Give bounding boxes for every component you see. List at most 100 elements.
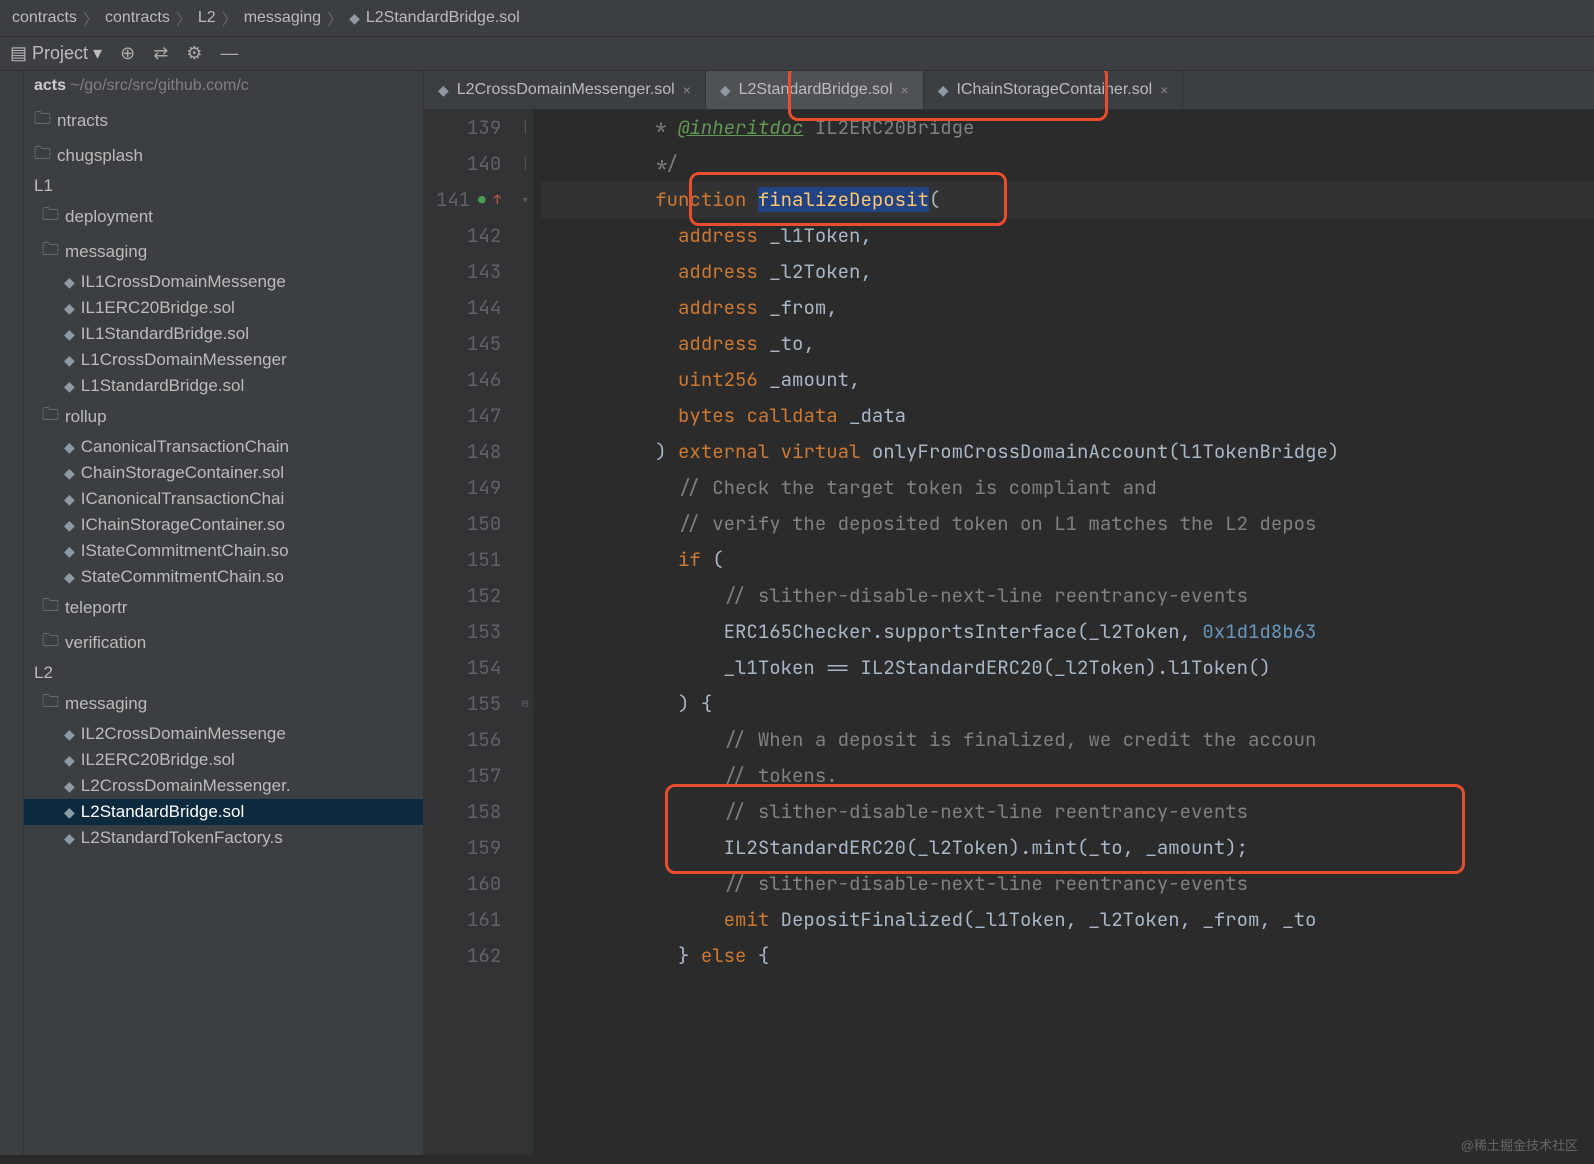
ethereum-icon: ◆ — [64, 465, 75, 482]
tab-label: L2StandardBridge.sol — [739, 81, 893, 99]
watermark: @稀土掘金技术社区 — [1461, 1135, 1578, 1154]
target-icon[interactable]: ⊕ — [120, 43, 135, 64]
folder-icon: 🗀 — [42, 628, 59, 657]
close-icon[interactable]: × — [1160, 82, 1168, 98]
project-dropdown[interactable]: ▤ Project ▾ — [10, 43, 102, 64]
ethereum-icon: ◆ — [64, 830, 75, 847]
folder-icon: 🗀 — [34, 141, 51, 170]
tree-label: L2StandardTokenFactory.s — [81, 828, 283, 848]
file-item[interactable]: ◆ CanonicalTransactionChain — [24, 434, 423, 460]
collapse-icon[interactable]: ⇄ — [153, 43, 168, 64]
folder-item[interactable]: 🗀messaging — [24, 234, 423, 269]
tree-label: IL1CrossDomainMessenge — [81, 272, 286, 292]
file-item[interactable]: ◆ IL1StandardBridge.sol — [24, 321, 423, 347]
breadcrumb: contracts〉 contracts〉 L2〉 messaging〉 ◆ L… — [0, 0, 1594, 37]
ethereum-icon: ◆ — [64, 543, 75, 560]
file-item[interactable]: ◆IL1CrossDomainMessenge — [24, 269, 423, 295]
editor-tab[interactable]: ◆ IChainStorageContainer.sol × — [924, 71, 1184, 109]
tree-label: L1 — [34, 176, 53, 196]
folder-icon: 🗀 — [42, 202, 59, 231]
tree-label: verification — [65, 633, 146, 653]
folder-icon: 🗀 — [42, 689, 59, 718]
hide-icon[interactable]: — — [220, 43, 238, 64]
ethereum-icon: ◆ — [349, 10, 360, 27]
settings-icon[interactable]: ⚙ — [186, 43, 202, 64]
code-editor: ◆ L2CrossDomainMessenger.sol × ◆ L2StandardB… — [424, 71, 1594, 1155]
editor-tabs: ◆ L2CrossDomainMessenger.sol × ◆ L2StandardB… — [424, 71, 1594, 110]
file-item[interactable]: ◆ L2StandardBridge.sol — [24, 799, 423, 825]
ethereum-icon: ◆ — [64, 804, 75, 821]
editor-tab[interactable]: ◆ L2CrossDomainMessenger.sol × — [424, 71, 706, 109]
tab-label: L2CrossDomainMessenger.sol — [457, 81, 675, 99]
ethereum-icon: ◆ — [64, 326, 75, 343]
ethereum-icon: ◆ — [64, 491, 75, 508]
tree-label: deployment — [65, 207, 153, 227]
crumb[interactable]: contracts — [12, 9, 77, 27]
tree-label: IL1StandardBridge.sol — [81, 324, 249, 344]
ethereum-icon: ◆ — [720, 82, 731, 99]
line-gutter: 139140141 ●↑1421431441451461471481491501… — [424, 110, 517, 1155]
crumb[interactable]: L2StandardBridge.sol — [366, 9, 520, 27]
code-content[interactable]: * @inheritdoc IL2ERC20Bridge */ function… — [533, 110, 1594, 1155]
folder-item[interactable]: 🗀teleportr — [24, 590, 423, 625]
crumb[interactable]: messaging — [244, 9, 321, 27]
ethereum-icon: ◆ — [438, 82, 449, 99]
project-toolbar: ▤ Project ▾ ⊕ ⇄ ⚙ — — [0, 37, 1594, 71]
folder-item[interactable]: 🗀chugsplash — [24, 138, 423, 173]
tree-label: ChainStorageContainer.sol — [81, 463, 284, 483]
folder-item[interactable]: 🗀ntracts — [24, 103, 423, 138]
ethereum-icon: ◆ — [64, 439, 75, 456]
folder-item[interactable]: L1 — [24, 173, 423, 199]
fold-column[interactable]: ││▾⊟ — [517, 110, 533, 1155]
tree-label: L1StandardBridge.sol — [81, 376, 245, 396]
ethereum-icon: ◆ — [64, 300, 75, 317]
tree-label: messaging — [65, 242, 147, 262]
ethereum-icon: ◆ — [64, 569, 75, 586]
crumb[interactable]: L2 — [198, 9, 216, 27]
file-item[interactable]: ◆ L2StandardTokenFactory.s — [24, 825, 423, 851]
tree-label: IStateCommitmentChain.so — [81, 541, 289, 561]
file-item[interactable]: ◆ StateCommitmentChain.so — [24, 564, 423, 590]
file-item[interactable]: ◆ L2CrossDomainMessenger. — [24, 773, 423, 799]
project-tree-panel: acts acts ~/go/src/src/github.com/c~/go/… — [24, 71, 424, 1155]
ethereum-icon: ◆ — [64, 378, 75, 395]
tree-label: L2CrossDomainMessenger. — [81, 776, 291, 796]
ethereum-icon: ◆ — [64, 517, 75, 534]
folder-item[interactable]: L2 — [24, 660, 423, 686]
file-item[interactable]: ◆ L1CrossDomainMessenger — [24, 347, 423, 373]
file-item[interactable]: ◆ ChainStorageContainer.sol — [24, 460, 423, 486]
ethereum-icon: ◆ — [64, 352, 75, 369]
editor-tab[interactable]: ◆ L2StandardBridge.sol × — [706, 71, 924, 109]
tree-label: CanonicalTransactionChain — [81, 437, 289, 457]
file-item[interactable]: ◆ IStateCommitmentChain.so — [24, 538, 423, 564]
tree-label: ICanonicalTransactionChai — [81, 489, 284, 509]
crumb[interactable]: contracts — [105, 9, 170, 27]
folder-item[interactable]: 🗀 deployment — [24, 199, 423, 234]
tree-label: StateCommitmentChain.so — [81, 567, 284, 587]
file-item[interactable]: ◆IL2ERC20Bridge.sol — [24, 747, 423, 773]
tab-label: IChainStorageContainer.sol — [956, 81, 1152, 99]
ethereum-icon: ◆ — [64, 778, 75, 795]
tree-label: L2 — [34, 663, 53, 683]
tree-label: L2StandardBridge.sol — [81, 802, 245, 822]
file-item[interactable]: ◆ L1StandardBridge.sol — [24, 373, 423, 399]
close-icon[interactable]: × — [901, 82, 909, 98]
tree-label: teleportr — [65, 598, 127, 618]
file-item[interactable]: ◆ ICanonicalTransactionChai — [24, 486, 423, 512]
folder-item[interactable]: 🗀 messaging — [24, 686, 423, 721]
file-item[interactable]: ◆IL1ERC20Bridge.sol — [24, 295, 423, 321]
close-icon[interactable]: × — [683, 82, 691, 98]
file-item[interactable]: ◆IL2CrossDomainMessenge — [24, 721, 423, 747]
tree-label: L1CrossDomainMessenger — [81, 350, 287, 370]
project-path: acts acts ~/go/src/src/github.com/c~/go/… — [24, 71, 423, 101]
side-rail[interactable] — [0, 71, 24, 1155]
ethereum-icon: ◆ — [938, 82, 949, 99]
folder-item[interactable]: 🗀rollup — [24, 399, 423, 434]
folder-icon: 🗀 — [34, 106, 51, 135]
tree-label: rollup — [65, 407, 107, 427]
tree-label: messaging — [65, 694, 147, 714]
folder-item[interactable]: 🗀 verification — [24, 625, 423, 660]
tree-label: IL2ERC20Bridge.sol — [81, 750, 235, 770]
file-item[interactable]: ◆IChainStorageContainer.so — [24, 512, 423, 538]
ethereum-icon: ◆ — [64, 726, 75, 743]
